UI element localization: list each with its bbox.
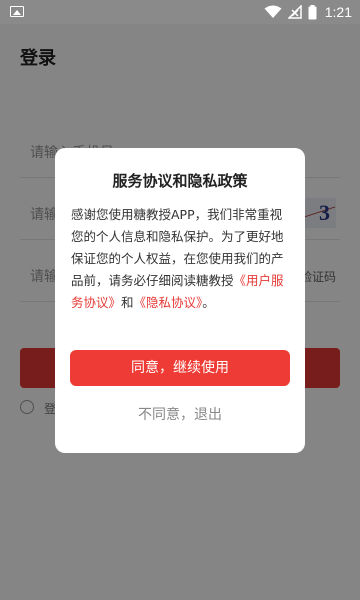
disagree-button[interactable]: 不同意，退出 xyxy=(70,400,290,430)
body-end: 。 xyxy=(202,295,215,310)
dialog-body: 感谢您使用糖教授APP，我们非常重视您的个人信息和隐私保护。为了更好地保证您的个… xyxy=(71,204,291,314)
privacy-agreement-link[interactable]: 《隐私协议》 xyxy=(134,295,203,310)
signal-icon xyxy=(287,5,302,19)
gallery-icon xyxy=(10,6,24,17)
battery-icon xyxy=(308,4,317,19)
agree-button[interactable]: 同意，继续使用 xyxy=(70,350,290,386)
privacy-dialog: 服务协议和隐私政策 感谢您使用糖教授APP，我们非常重视您的个人信息和隐私保护。… xyxy=(55,148,305,453)
wifi-icon xyxy=(264,5,282,18)
dialog-title: 服务协议和隐私政策 xyxy=(112,172,248,190)
status-bar: 1:21 xyxy=(0,0,360,24)
clock: 1:21 xyxy=(324,4,352,20)
body-and: 和 xyxy=(121,295,134,310)
